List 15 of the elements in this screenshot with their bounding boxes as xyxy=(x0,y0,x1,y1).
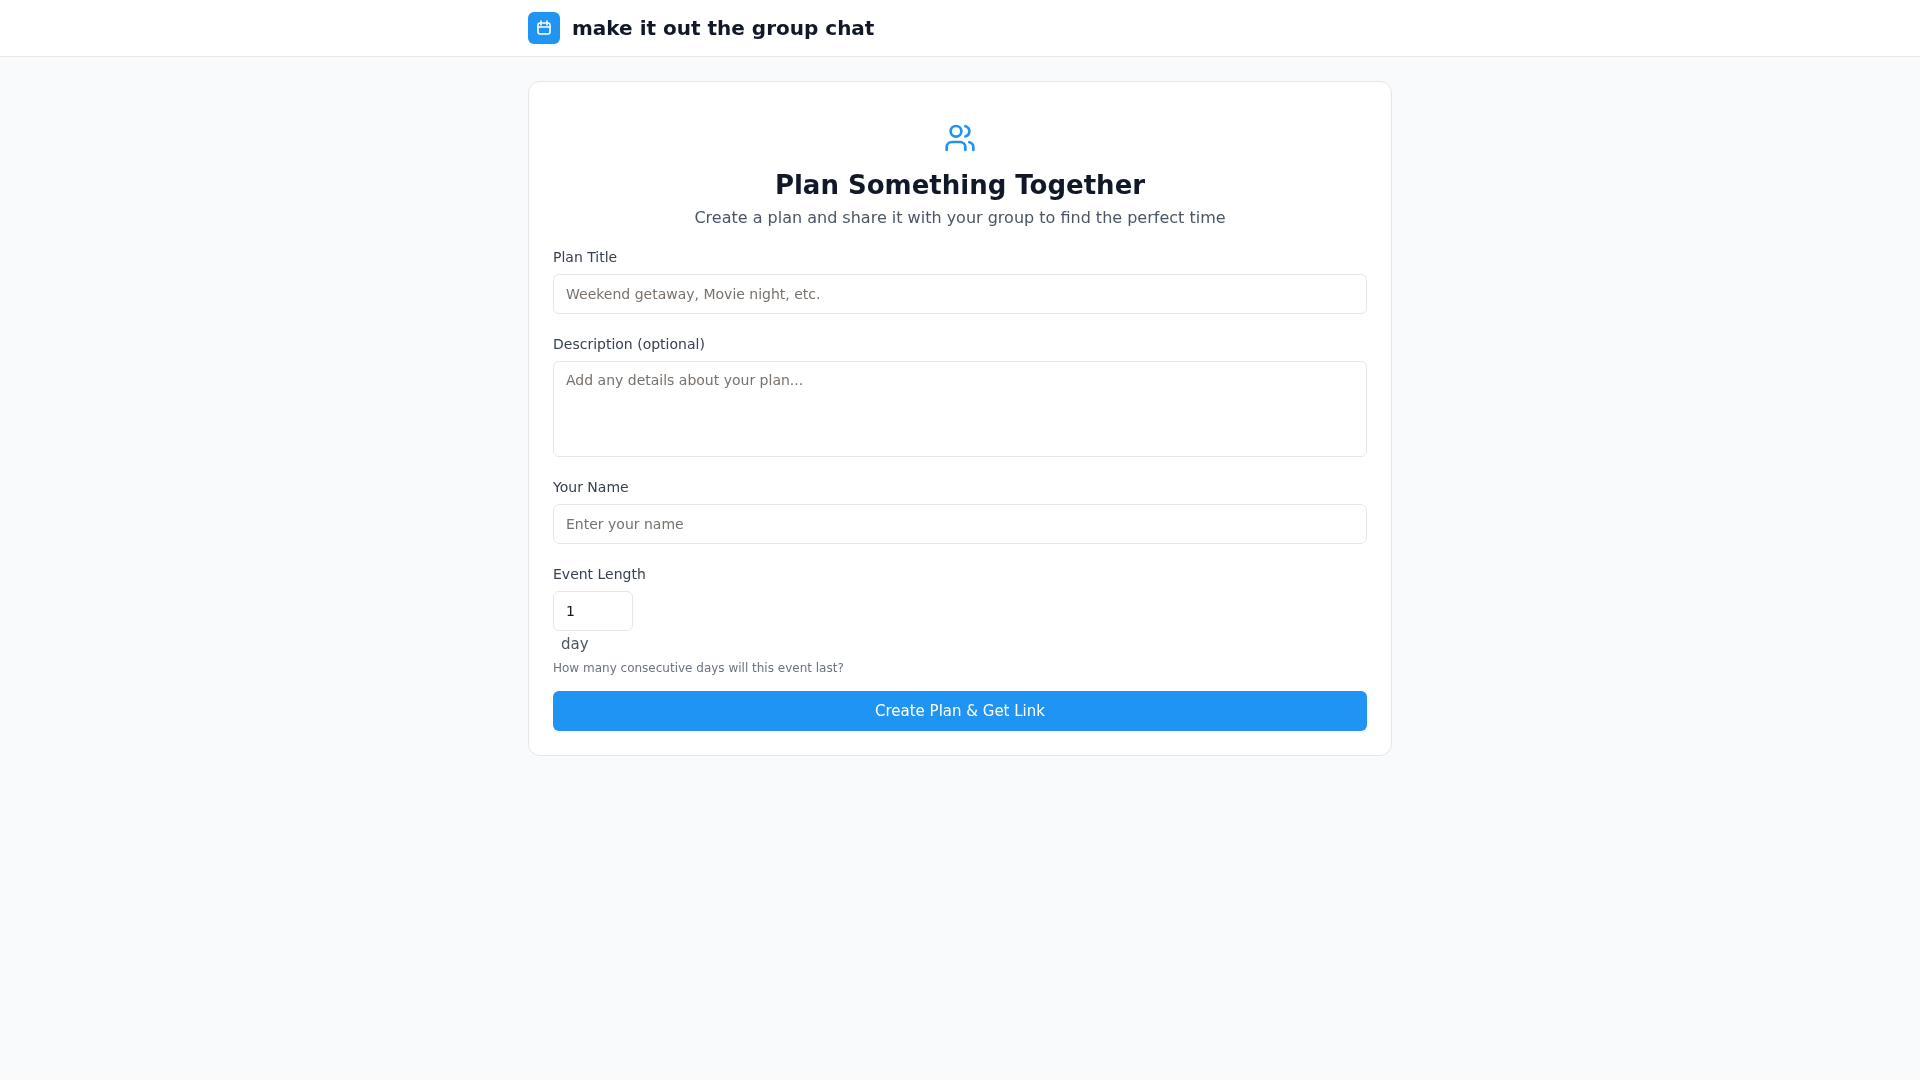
calendar-icon xyxy=(528,12,560,44)
input-field[interactable]: Enter your name xyxy=(553,504,1367,544)
field-label: Event Length xyxy=(553,566,646,582)
unit-label: day xyxy=(561,635,589,653)
field-label: Plan Title xyxy=(553,249,618,265)
input-field[interactable]: Weekend getaway, Movie night, etc. xyxy=(553,274,1367,314)
number-field[interactable]: 1 xyxy=(553,591,633,631)
card-heading: Plan Something Together xyxy=(773,170,1147,200)
hint-text: How many consecutive days will this event last? xyxy=(553,661,844,675)
field-label: Description (optional) xyxy=(553,336,705,352)
app-title: make it out the group chat xyxy=(572,16,875,40)
textarea-field[interactable]: Add any details about your plan... xyxy=(553,361,1367,457)
field-label: Your Name xyxy=(553,479,629,495)
card-subtitle: Create a plan and share it with your group to find the perfect time xyxy=(693,208,1227,227)
users-icon xyxy=(944,122,976,154)
